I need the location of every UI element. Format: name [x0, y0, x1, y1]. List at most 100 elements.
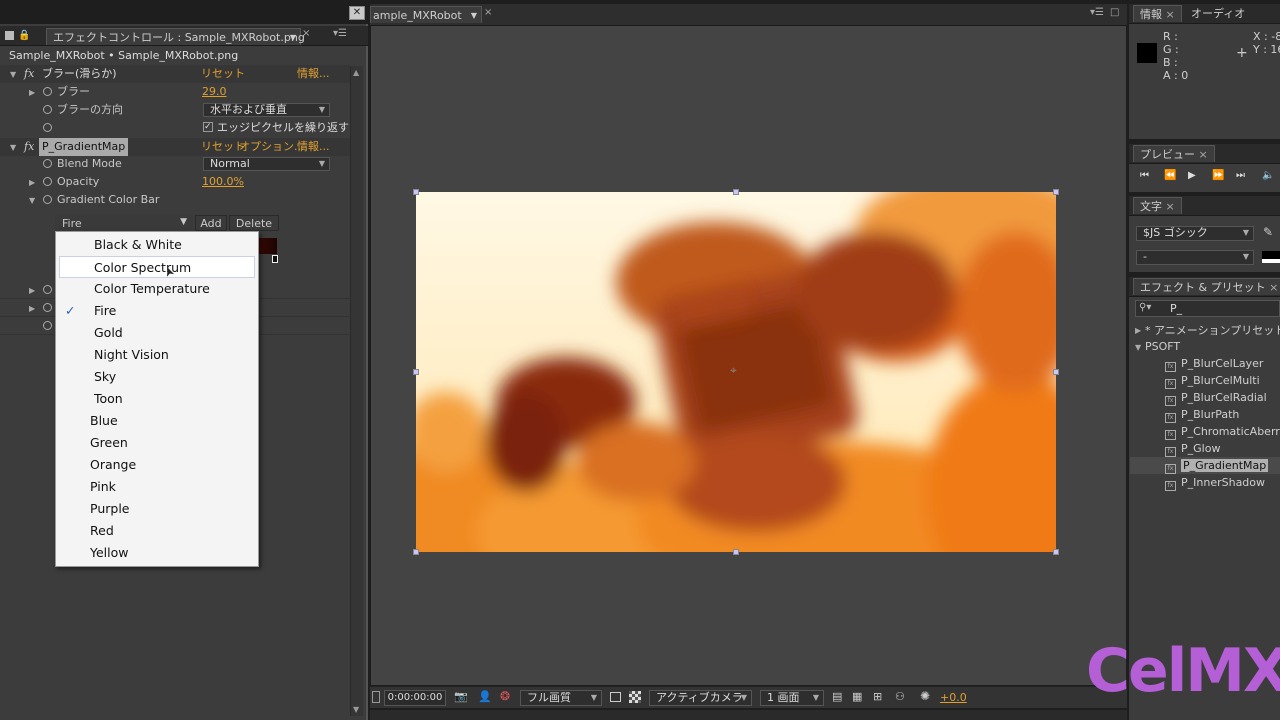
blur-value[interactable]: 29.0	[202, 83, 227, 101]
audio-icon[interactable]: 🔈	[1262, 170, 1274, 181]
tab-dropdown-icon[interactable]: ▼	[290, 29, 296, 46]
font-family-dropdown[interactable]: $JS ゴシック ▼	[1136, 226, 1254, 241]
exposure-icon[interactable]: ✺	[920, 689, 930, 703]
stopwatch-icon[interactable]	[43, 177, 52, 186]
last-frame-icon[interactable]: ⏭	[1236, 170, 1245, 181]
stopwatch-icon[interactable]	[43, 87, 52, 96]
previous-frame-icon[interactable]: ⏪	[1164, 170, 1176, 181]
preset-menu-item[interactable]: Blue	[56, 410, 258, 432]
effects-list-item[interactable]: fx P_Glow	[1165, 440, 1220, 457]
color-channels-icon[interactable]: ❂	[500, 689, 510, 703]
preset-menu-item[interactable]: Color Spectrum ➤	[59, 256, 255, 279]
stopwatch-icon[interactable]	[43, 123, 52, 132]
show-snapshot-icon[interactable]: 👤	[478, 690, 492, 703]
info-link[interactable]: 情報...	[297, 65, 330, 83]
preset-menu-item[interactable]: Red	[56, 520, 258, 542]
scrollbar[interactable]: ▲ ▼	[350, 66, 363, 716]
preset-selector[interactable]: Fire ▼	[55, 215, 193, 232]
stopwatch-icon[interactable]	[43, 159, 52, 168]
tab-close-icon[interactable]: ×	[1166, 200, 1175, 213]
scroll-down-icon[interactable]: ▼	[353, 705, 359, 714]
effects-list-item[interactable]: fx P_BlurCelMulti	[1165, 372, 1260, 389]
blend-mode-dropdown[interactable]: Normal ▼	[203, 157, 330, 171]
blur-direction-dropdown[interactable]: 水平および垂直 ▼	[203, 103, 330, 117]
window-close-button[interactable]: ✕	[349, 6, 365, 20]
effects-list-item[interactable]: fx P_BlurPath	[1165, 406, 1239, 423]
opacity-value[interactable]: 100.0%	[202, 173, 244, 191]
effects-list-item[interactable]: fx P_BlurCelRadial	[1165, 389, 1267, 406]
expand-icon[interactable]: ▼	[10, 70, 16, 79]
group-psoft[interactable]: PSOFT	[1145, 340, 1180, 353]
panel-menu-icon[interactable]: ▾☰	[333, 28, 347, 39]
expand-icon[interactable]: ▶	[29, 178, 35, 187]
group-animation-presets[interactable]: * アニメーションプリセット	[1145, 322, 1280, 338]
play-icon[interactable]: ▶	[1188, 170, 1196, 181]
tab-close-icon[interactable]: ×	[1269, 281, 1278, 294]
font-style-dropdown[interactable]: - ▼	[1136, 250, 1254, 265]
resolution-dropdown[interactable]: フル画質 ▼	[520, 690, 602, 706]
gradient-stop-marker[interactable]	[272, 255, 278, 263]
stopwatch-icon[interactable]	[43, 105, 52, 114]
views-dropdown[interactable]: 1 画面 ▼	[760, 690, 824, 706]
panel-maximize-icon[interactable]: □	[1110, 7, 1119, 18]
stopwatch-icon[interactable]	[43, 321, 52, 330]
tab-close-icon[interactable]: ×	[1166, 8, 1175, 21]
lock-icon[interactable]: 🔒	[18, 30, 30, 41]
preset-menu-item[interactable]: Purple	[56, 498, 258, 520]
transform-handle[interactable]	[733, 189, 739, 195]
tab-close-icon[interactable]: ×	[484, 7, 492, 18]
preset-menu-item[interactable]: Sky	[56, 366, 258, 388]
transform-handle[interactable]	[413, 189, 419, 195]
exposure-value[interactable]: +0.0	[940, 691, 967, 704]
expand-icon[interactable]: ▶	[29, 88, 35, 97]
transform-handle[interactable]	[413, 369, 419, 375]
tab-close-icon[interactable]: ×	[1199, 148, 1208, 161]
expand-icon[interactable]: ▶	[29, 286, 35, 295]
info-link[interactable]: 情報...	[297, 138, 330, 156]
preset-menu-item[interactable]: Green	[56, 432, 258, 454]
flowchart-icon[interactable]: ⚇	[895, 690, 905, 703]
region-icon[interactable]	[372, 691, 380, 703]
toggle-pixel-aspect-icon[interactable]: ▤	[832, 690, 842, 703]
tab-character[interactable]: 文字 ×	[1133, 197, 1182, 214]
preset-menu-item[interactable]: Gold	[56, 322, 258, 344]
fast-previews-icon[interactable]: ▦	[852, 690, 862, 703]
panel-menu-icon[interactable]: ▾☰	[1090, 7, 1104, 18]
first-frame-icon[interactable]: ⏮	[1140, 170, 1149, 181]
preset-menu-item[interactable]: Pink	[56, 476, 258, 498]
tab-effect-controls[interactable]: エフェクトコントロール : Sample_MXRobot.png ▼	[46, 28, 305, 46]
transparency-grid-icon[interactable]	[629, 691, 641, 703]
preset-menu-item[interactable]: Color Temperature	[56, 278, 258, 300]
tab-preview[interactable]: プレビュー ×	[1133, 145, 1215, 162]
reset-link[interactable]: リセット	[201, 65, 245, 83]
expand-icon[interactable]: ▼	[29, 196, 35, 205]
add-preset-button[interactable]: Add	[195, 215, 227, 231]
gradient-color-bar[interactable]	[257, 238, 277, 254]
tab-dropdown-icon[interactable]: ▼	[471, 7, 477, 24]
effects-search-input[interactable]: ⚲▾ P_	[1135, 300, 1280, 317]
effects-list-item[interactable]: fx P_ChromaticAberrat	[1165, 423, 1280, 440]
preset-menu-item[interactable]: Black & White	[56, 234, 258, 256]
timeline-icon[interactable]: ⊞	[873, 690, 882, 703]
transform-handle[interactable]	[1053, 369, 1059, 375]
tab-close-icon[interactable]: ×	[302, 28, 310, 39]
expand-icon[interactable]: ▼	[10, 143, 16, 152]
fill-color-swatch[interactable]	[1262, 251, 1280, 263]
preset-menu-item[interactable]: Fire ✓	[56, 300, 258, 322]
composition-viewer[interactable]: MX ⌖	[371, 26, 1126, 685]
preset-menu-item[interactable]: Toon	[56, 388, 258, 410]
timecode-field[interactable]: 0:00:00:00	[384, 690, 446, 706]
effects-list-item[interactable]: fx P_BlurCelLayer	[1165, 355, 1263, 372]
scroll-up-icon[interactable]: ▲	[353, 68, 359, 77]
transform-handle[interactable]	[1053, 549, 1059, 555]
anchor-point-icon[interactable]: ⌖	[730, 363, 737, 378]
effects-list-item[interactable]: fx P_InnerShadow	[1165, 474, 1265, 491]
tab-composition[interactable]: ample_MXRobot ▼	[370, 6, 482, 23]
region-of-interest-icon[interactable]	[610, 692, 621, 702]
stopwatch-icon[interactable]	[43, 195, 52, 204]
tab-effects-presets[interactable]: エフェクト & プリセット ×	[1133, 278, 1280, 295]
transform-handle[interactable]	[733, 549, 739, 555]
expand-icon[interactable]: ▶	[29, 304, 35, 313]
transform-handle[interactable]	[413, 549, 419, 555]
tab-audio[interactable]: オーディオ	[1185, 5, 1251, 22]
